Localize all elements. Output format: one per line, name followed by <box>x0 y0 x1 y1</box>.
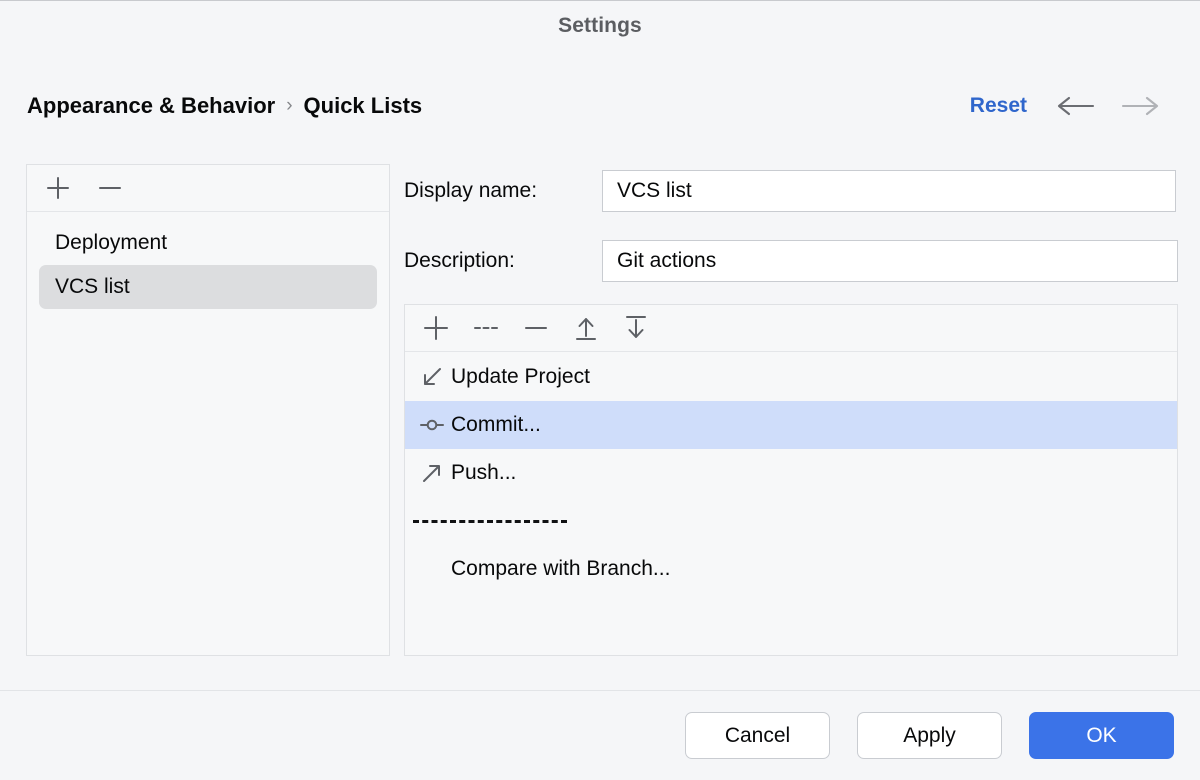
display-name-row: Display name: <box>404 170 537 212</box>
reset-button[interactable]: Reset <box>970 86 1027 126</box>
list-item[interactable]: Push... <box>405 449 1177 497</box>
move-to-bottom-button[interactable] <box>621 313 651 343</box>
breadcrumb: Appearance & Behavior › Quick Lists <box>27 86 422 126</box>
update-project-icon <box>413 365 451 389</box>
actions-list: Update Project Commit... Push... <box>405 352 1177 593</box>
quick-list-name: Deployment <box>55 231 167 255</box>
add-action-button[interactable] <box>421 313 451 343</box>
quick-lists-panel: Deployment VCS list <box>26 164 390 656</box>
action-label: Commit... <box>451 413 541 437</box>
description-row: Description: <box>404 240 515 282</box>
arrow-right-icon[interactable] <box>1120 95 1160 117</box>
settings-header: Appearance & Behavior › Quick Lists Rese… <box>0 86 1200 126</box>
display-name-input[interactable]: VCS list <box>602 170 1176 212</box>
list-item[interactable]: Compare with Branch... <box>405 545 1177 593</box>
action-label: Update Project <box>451 365 590 389</box>
list-item-separator[interactable] <box>405 497 1177 545</box>
ok-button[interactable]: OK <box>1029 712 1174 759</box>
window-top-border <box>0 0 1200 1</box>
commit-icon <box>413 413 451 437</box>
breadcrumb-current: Quick Lists <box>304 93 423 119</box>
navigation-arrows <box>1056 86 1160 126</box>
footer-divider <box>0 690 1200 691</box>
remove-action-button[interactable] <box>521 313 551 343</box>
breadcrumb-parent[interactable]: Appearance & Behavior <box>27 93 275 119</box>
add-quick-list-button[interactable] <box>43 173 73 203</box>
apply-button[interactable]: Apply <box>857 712 1002 759</box>
separator-dashes-icon <box>413 520 567 523</box>
actions-toolbar <box>405 305 1177 352</box>
display-name-label: Display name: <box>404 179 537 203</box>
push-icon <box>413 461 451 485</box>
window-title: Settings <box>0 14 1200 38</box>
arrow-left-icon[interactable] <box>1056 95 1096 117</box>
list-item[interactable]: Commit... <box>405 401 1177 449</box>
breadcrumb-separator-icon: › <box>286 95 292 117</box>
description-label: Description: <box>404 249 515 273</box>
remove-quick-list-button[interactable] <box>95 173 125 203</box>
list-item[interactable]: Update Project <box>405 353 1177 401</box>
quick-list-name: VCS list <box>55 275 130 299</box>
description-input[interactable]: Git actions <box>602 240 1178 282</box>
cancel-button[interactable]: Cancel <box>685 712 830 759</box>
quick-lists-toolbar <box>27 165 389 212</box>
list-item[interactable]: Deployment <box>39 221 377 265</box>
move-to-top-button[interactable] <box>571 313 601 343</box>
action-label: Compare with Branch... <box>451 557 670 581</box>
footer-buttons: Cancel Apply OK <box>685 712 1174 759</box>
quick-lists-list: Deployment VCS list <box>27 212 389 309</box>
add-separator-button[interactable] <box>471 313 501 343</box>
list-item[interactable]: VCS list <box>39 265 377 309</box>
action-label: Push... <box>451 461 516 485</box>
actions-panel: Update Project Commit... Push... <box>404 304 1178 656</box>
